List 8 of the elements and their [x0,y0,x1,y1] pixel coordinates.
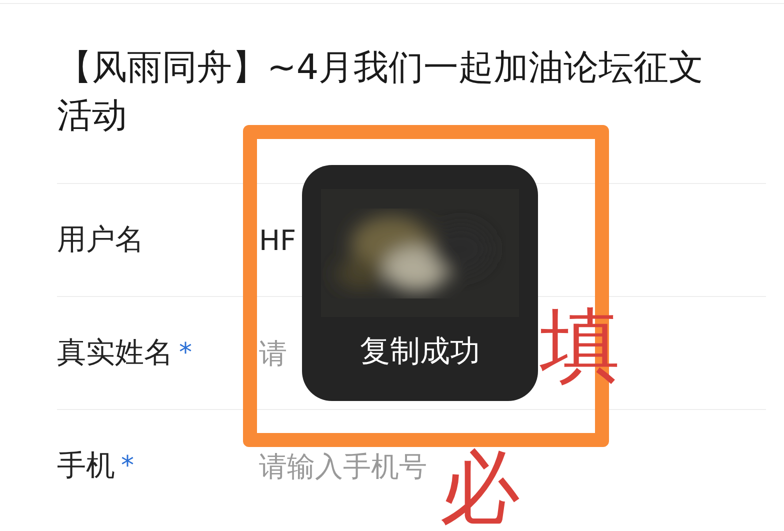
post-title: 【风雨同舟】~4月我们一起加油论坛征文活动 [57,47,705,138]
toast-message: 复制成功 [360,333,480,371]
required-mark: * [179,338,192,368]
required-mark: * [121,451,134,481]
handwritten-note: 必 [440,448,520,528]
field-label: 用户名 [57,221,144,258]
field-label: 手机 [57,447,115,484]
field-label: 真实姓名 [57,334,173,371]
